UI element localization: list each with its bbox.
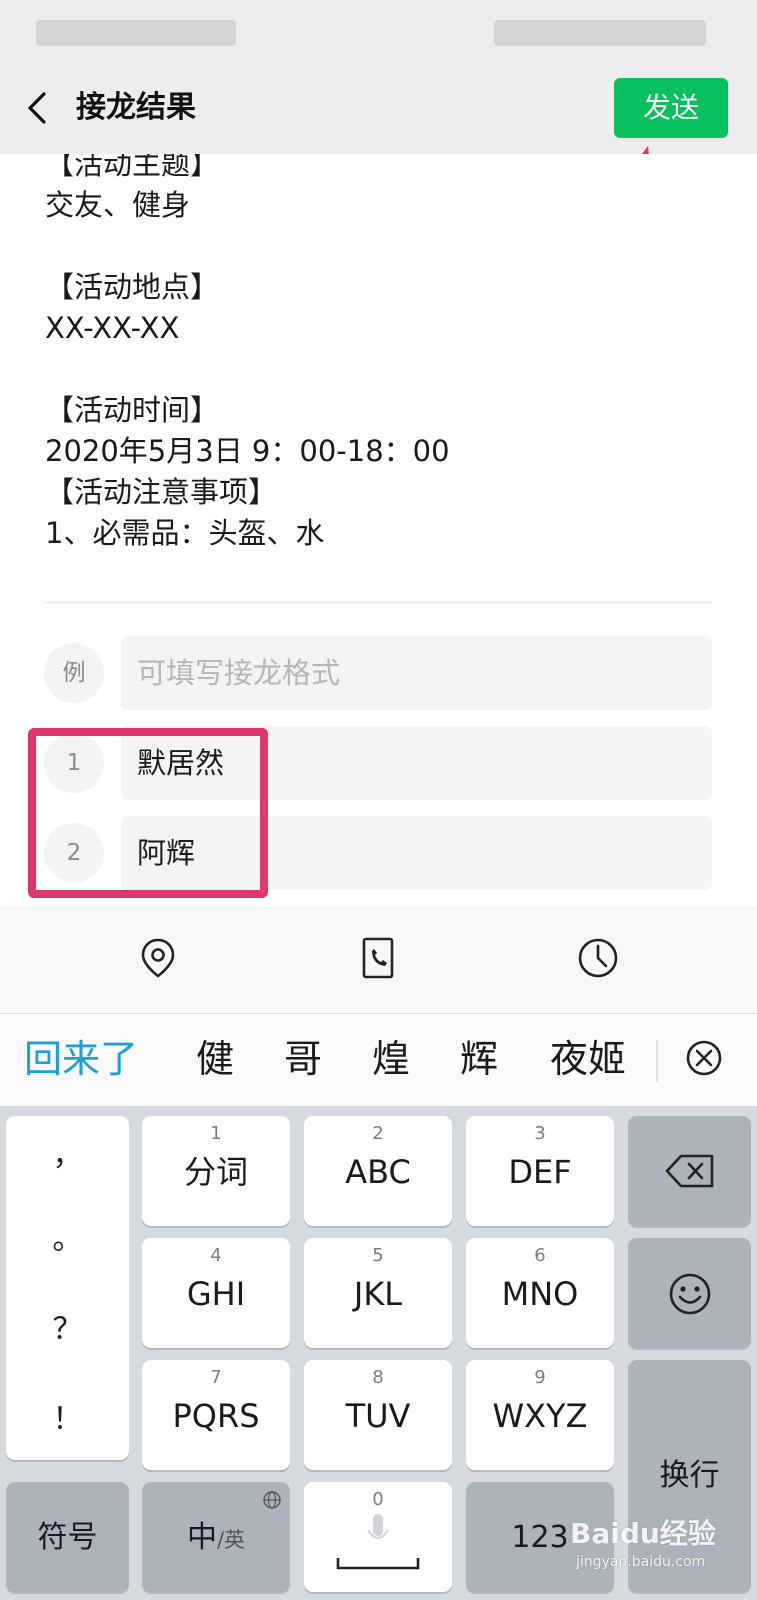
candidate-item[interactable]: 辉 [460, 1034, 498, 1084]
example-format-input[interactable]: 可填写接龙格式 [121, 636, 712, 710]
key-label: 分词 [183, 1153, 248, 1191]
key-number: 3 [534, 1123, 546, 1144]
phone-icon[interactable] [356, 936, 400, 980]
key-5[interactable]: 5 JKL [304, 1238, 452, 1348]
key-number: 4 [210, 1245, 222, 1266]
key-label: TUV [345, 1397, 411, 1435]
microphone-icon [367, 1514, 389, 1539]
punctuation-column: ， 。 ？ ！ [6, 1116, 129, 1460]
entry-number: 2 [44, 823, 104, 883]
candidate-bar: 回来了 健 哥 煌 辉 夜姬 [0, 1014, 757, 1106]
language-switch-label: 中/英 [142, 1518, 290, 1560]
location-icon[interactable] [136, 936, 180, 980]
question-key[interactable]: ？ [6, 1312, 129, 1348]
key-3[interactable]: 3 DEF [466, 1116, 614, 1226]
space-key[interactable]: 0 [304, 1482, 452, 1592]
exclamation-key[interactable]: ！ [6, 1402, 129, 1438]
entry-number: 1 [44, 733, 104, 793]
candidate-item[interactable]: 健 [196, 1034, 234, 1084]
watermark-url: jingyan.baidu.com [576, 1554, 706, 1570]
entry-row: 2 阿辉 [44, 816, 712, 890]
globe-icon [263, 1491, 281, 1509]
symbol-key[interactable]: 符号 [6, 1482, 129, 1592]
key-label: JKL [353, 1275, 403, 1313]
status-bar [0, 0, 757, 64]
example-row: 例 可填写接龙格式 [44, 636, 712, 710]
key-7[interactable]: 7 PQRS [142, 1360, 290, 1470]
page-title: 接龙结果 [76, 90, 196, 125]
key-4[interactable]: 4 GHI [142, 1238, 290, 1348]
key-label: WXYZ [492, 1397, 588, 1435]
space-bar-icon [336, 1558, 420, 1570]
clock-icon[interactable] [576, 936, 620, 980]
candidate-separator [656, 1040, 658, 1082]
period-key[interactable]: 。 [6, 1222, 129, 1258]
lang-sub-label: /英 [216, 1528, 246, 1552]
entry-row: 1 默居然 [44, 726, 712, 800]
comma-key[interactable]: ， [6, 1138, 129, 1174]
example-badge: 例 [44, 643, 104, 703]
symbol-key-label: 符号 [37, 1520, 98, 1555]
send-button[interactable]: 发送 [614, 78, 728, 138]
candidate-item[interactable]: 煌 [372, 1034, 410, 1084]
key-label: MNO [501, 1275, 579, 1313]
baidu-watermark: Baidu经验 jingyan.baidu.com [570, 1510, 750, 1590]
key-number: 5 [372, 1245, 384, 1266]
attachment-toolbar [0, 906, 757, 1014]
candidate-item[interactable]: 夜姬 [550, 1034, 626, 1084]
key-number: 1 [210, 1123, 222, 1144]
key-number: 0 [372, 1489, 384, 1510]
watermark-logo: Baidu经验 [570, 1517, 716, 1550]
key-6[interactable]: 6 MNO [466, 1238, 614, 1348]
key-label: DEF [508, 1153, 572, 1191]
solitaire-content: 【活动主题】 交友、健身 【活动地点】 XX-XX-XX 【活动时间】 2020… [0, 154, 757, 906]
emoji-key[interactable] [628, 1238, 751, 1348]
key-8[interactable]: 8 TUV [304, 1360, 452, 1470]
key-number: 9 [534, 1367, 546, 1388]
key-label: PQRS [172, 1397, 260, 1435]
activity-description: 【活动主题】 交友、健身 【活动地点】 XX-XX-XX 【活动时间】 2020… [45, 154, 450, 550]
status-left-blur [36, 20, 236, 46]
key-number: 7 [210, 1367, 222, 1388]
enter-key-label: 换行 [659, 1458, 720, 1493]
key-number: 2 [372, 1123, 384, 1144]
entry-name-input[interactable]: 默居然 [121, 726, 712, 800]
key-label: ABC [345, 1153, 411, 1191]
back-icon[interactable] [22, 88, 58, 128]
key-1[interactable]: 1 分词 [142, 1116, 290, 1226]
backspace-key[interactable] [628, 1116, 751, 1226]
lang-main-label: 中 [186, 1520, 217, 1555]
key-label: GHI [186, 1275, 246, 1313]
status-right-blur [494, 20, 706, 46]
emoji-icon [669, 1273, 711, 1315]
candidate-item[interactable]: 回来了 [24, 1034, 138, 1084]
language-switch-key[interactable]: 中/英 [142, 1482, 290, 1592]
divider [44, 602, 712, 603]
backspace-icon [665, 1154, 714, 1188]
key-number: 8 [372, 1367, 384, 1388]
candidate-item[interactable]: 哥 [284, 1034, 322, 1084]
key-9[interactable]: 9 WXYZ [466, 1360, 614, 1470]
entry-name-input[interactable]: 阿辉 [121, 816, 712, 890]
close-candidates-icon[interactable] [684, 1038, 724, 1078]
key-2[interactable]: 2 ABC [304, 1116, 452, 1226]
key-number: 6 [534, 1245, 546, 1266]
